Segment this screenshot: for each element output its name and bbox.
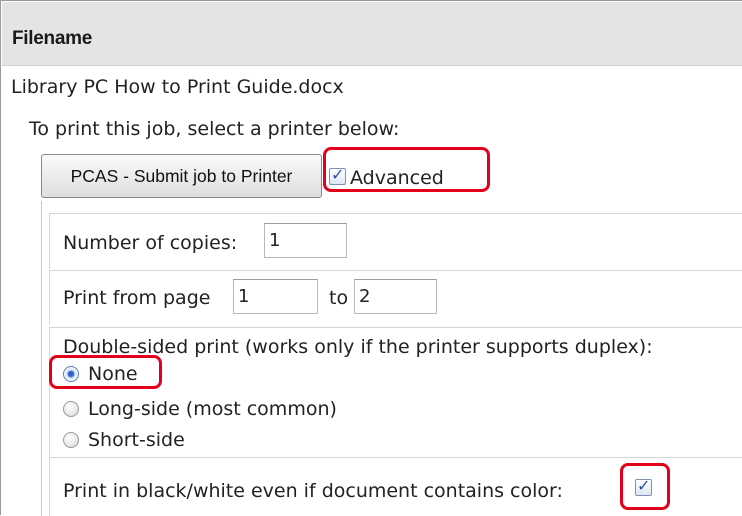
duplex-long-side-radio[interactable] <box>63 401 79 417</box>
filename-column-header: Filename <box>2 2 742 66</box>
duplex-short-side-radio[interactable] <box>63 432 79 448</box>
submit-job-to-printer-button[interactable]: PCAS - Submit job to Printer <box>41 154 322 198</box>
advanced-checkbox[interactable]: ✓ <box>329 165 346 185</box>
filename-header-label: Filename <box>12 28 92 49</box>
grayscale-label: Print in black/white even if document co… <box>63 480 563 502</box>
duplex-section: Double-sided print (works only if the pr… <box>49 327 742 457</box>
duplex-long-side-label[interactable]: Long-side (most common) <box>88 398 337 420</box>
page-to-label: to <box>329 287 349 309</box>
duplex-label: Double-sided print (works only if the pr… <box>63 336 653 358</box>
page-from-label: Print from page <box>63 287 211 309</box>
grayscale-checkbox[interactable]: ✓ <box>635 476 652 496</box>
page-to-input[interactable] <box>354 279 437 314</box>
document-filename: Library PC How to Print Guide.docx <box>11 76 344 98</box>
duplex-none-label[interactable]: None <box>88 363 138 385</box>
page-range-row: Print from page to <box>49 270 742 324</box>
page-from-input[interactable] <box>233 279 318 314</box>
checkmark-icon: ✓ <box>331 165 345 184</box>
advanced-label: Advanced <box>350 167 444 189</box>
printer-instruction: To print this job, select a printer belo… <box>29 118 400 140</box>
copies-label: Number of copies: <box>63 232 238 254</box>
print-job-panel: Filename Library PC How to Print Guide.d… <box>0 0 742 516</box>
duplex-none-radio[interactable] <box>63 366 79 382</box>
duplex-short-side-label[interactable]: Short-side <box>88 429 185 451</box>
copies-row: Number of copies: <box>49 213 742 269</box>
checkmark-icon: ✓ <box>637 476 651 495</box>
copies-input[interactable] <box>264 223 347 258</box>
